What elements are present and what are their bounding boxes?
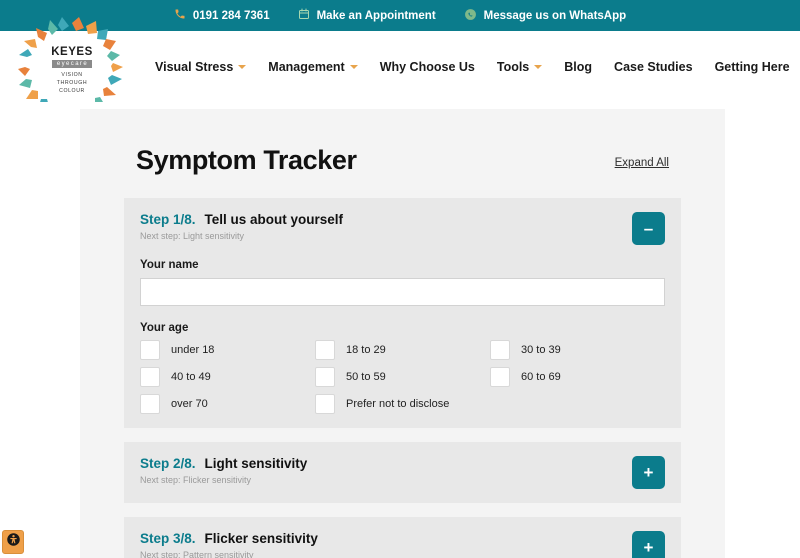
step-card-1: Step 1/8. Tell us about yourself Next st… (124, 198, 681, 428)
checkbox-icon[interactable] (490, 367, 510, 387)
collapse-step-button[interactable]: – (632, 212, 665, 245)
age-option-label: 30 to 39 (521, 344, 561, 356)
step-number: Step 1/8. (140, 212, 196, 227)
nav-item-management[interactable]: Management (268, 59, 358, 74)
whatsapp-label: Message us on WhatsApp (483, 9, 627, 22)
appointment-label: Make an Appointment (316, 9, 436, 22)
phone-number-label: 0191 284 7361 (192, 9, 270, 22)
expand-all-link[interactable]: Expand All (615, 157, 669, 169)
step-title-row: Step 1/8. Tell us about yourself (140, 212, 632, 227)
step-header-text: Step 1/8. Tell us about yourself Next st… (140, 212, 632, 241)
step-header-text: Step 2/8. Light sensitivity Next step: F… (140, 456, 632, 485)
age-option-label: under 18 (171, 344, 215, 356)
age-option-label: 50 to 59 (346, 371, 386, 383)
step-name: Light sensitivity (204, 456, 308, 471)
step-body-1: Your name Your age under 18 18 to 29 30 … (140, 259, 665, 414)
step-number: Step 3/8. (140, 531, 196, 546)
logo-name: KEYES (51, 45, 93, 58)
phone-contact-link[interactable]: 0191 284 7361 (174, 8, 270, 23)
nav-item-case-studies[interactable]: Case Studies (614, 60, 693, 74)
age-options-grid: under 18 18 to 29 30 to 39 40 to 49 50 t… (140, 340, 665, 414)
phone-icon (174, 8, 186, 23)
accessibility-person-icon (6, 532, 21, 552)
step-title-row: Step 2/8. Light sensitivity (140, 456, 632, 471)
your-name-input[interactable] (140, 278, 665, 306)
chevron-down-icon (534, 64, 543, 69)
checkbox-icon[interactable] (490, 340, 510, 360)
age-option-label: 60 to 69 (521, 371, 561, 383)
logo-badge: KEYES eyecare VISION THROUGH COLOUR (41, 34, 103, 108)
step-next-label: Next step: Pattern sensitivity (140, 550, 254, 558)
nav-item-label: Why Choose Us (379, 59, 475, 74)
step-header[interactable]: Step 3/8. Flicker sensitivity Next step:… (140, 531, 665, 558)
page-title: Symptom Tracker (136, 145, 357, 175)
nav-item-label: Case Studies (614, 59, 693, 74)
age-option-label: Prefer not to disclose (346, 398, 450, 410)
nav-item-label: Visual Stress (155, 59, 234, 74)
age-option-18-to-29[interactable]: 18 to 29 (315, 340, 490, 360)
checkbox-icon[interactable] (315, 394, 335, 414)
steps-accordion: Step 1/8. Tell us about yourself Next st… (108, 198, 697, 558)
whatsapp-link[interactable]: Message us on WhatsApp (464, 8, 627, 24)
expand-step-button[interactable]: + (632, 531, 665, 558)
symptom-tracker-panel: Symptom Tracker Expand All Step 1/8. Tel… (80, 109, 725, 558)
step-header-text: Step 3/8. Flicker sensitivity Next step:… (140, 531, 632, 558)
your-name-label: Your name (140, 259, 199, 271)
step-title-row: Step 3/8. Flicker sensitivity (140, 531, 632, 546)
checkbox-icon[interactable] (140, 367, 160, 387)
age-option-60-to-69[interactable]: 60 to 69 (490, 367, 665, 387)
checkbox-icon[interactable] (315, 340, 335, 360)
step-card-3: Step 3/8. Flicker sensitivity Next step:… (124, 517, 681, 558)
page-header: Symptom Tracker Expand All (108, 145, 697, 176)
chevron-down-icon (349, 64, 358, 69)
nav-item-label: Tools (496, 59, 530, 74)
age-option-prefer-not-to-disclose[interactable]: Prefer not to disclose (315, 394, 490, 414)
age-option-30-to-39[interactable]: 30 to 39 (490, 340, 665, 360)
age-option-label: over 70 (171, 398, 208, 410)
calendar-icon (298, 8, 310, 23)
nav-item-label: Management (268, 59, 345, 74)
checkbox-icon[interactable] (140, 394, 160, 414)
checkbox-icon[interactable] (140, 340, 160, 360)
whatsapp-icon (464, 8, 477, 24)
age-option-40-to-49[interactable]: 40 to 49 (140, 367, 315, 387)
logo-subtitle: eyecare (51, 60, 93, 69)
step-number: Step 2/8. (140, 456, 196, 471)
nav-item-visual-stress[interactable]: Visual Stress (155, 59, 247, 74)
appointment-link[interactable]: Make an Appointment (298, 8, 436, 23)
accessibility-widget-button[interactable] (2, 530, 24, 554)
step-card-2: Step 2/8. Light sensitivity Next step: F… (124, 442, 681, 503)
step-name: Tell us about yourself (204, 212, 344, 227)
nav-item-why-choose-us[interactable]: Why Choose Us (380, 60, 475, 74)
step-next-label: Next step: Flicker sensitivity (140, 475, 252, 485)
age-option-under-18[interactable]: under 18 (140, 340, 315, 360)
nav-item-tools[interactable]: Tools (496, 59, 543, 74)
expand-step-button[interactable]: + (632, 456, 665, 489)
logo-tagline: VISION THROUGH COLOUR (56, 72, 88, 94)
nav-item-label: Getting Here (714, 59, 790, 74)
age-option-label: 18 to 29 (346, 344, 386, 356)
age-option-over-70[interactable]: over 70 (140, 394, 315, 414)
main-navigation-bar: KEYES eyecare VISION THROUGH COLOUR Visual… (0, 17, 800, 119)
age-option-label: 40 to 49 (171, 371, 211, 383)
page-body: Symptom Tracker Expand All Step 1/8. Tel… (0, 102, 800, 558)
step-header[interactable]: Step 1/8. Tell us about yourself Next st… (140, 212, 665, 245)
nav-item-blog[interactable]: Blog (564, 60, 592, 74)
nav-links: Visual Stress Management Why Choose Us T… (155, 50, 800, 83)
checkbox-icon[interactable] (315, 367, 335, 387)
age-option-50-to-59[interactable]: 50 to 59 (315, 367, 490, 387)
step-header[interactable]: Step 2/8. Light sensitivity Next step: F… (140, 456, 665, 489)
your-age-label: Your age (140, 322, 189, 334)
step-next-label: Next step: Light sensitivity (140, 231, 245, 241)
nav-item-label: Blog (564, 59, 593, 74)
chevron-down-icon (238, 64, 247, 69)
nav-item-getting-here[interactable]: Getting Here (715, 60, 790, 74)
step-name: Flicker sensitivity (204, 531, 318, 546)
